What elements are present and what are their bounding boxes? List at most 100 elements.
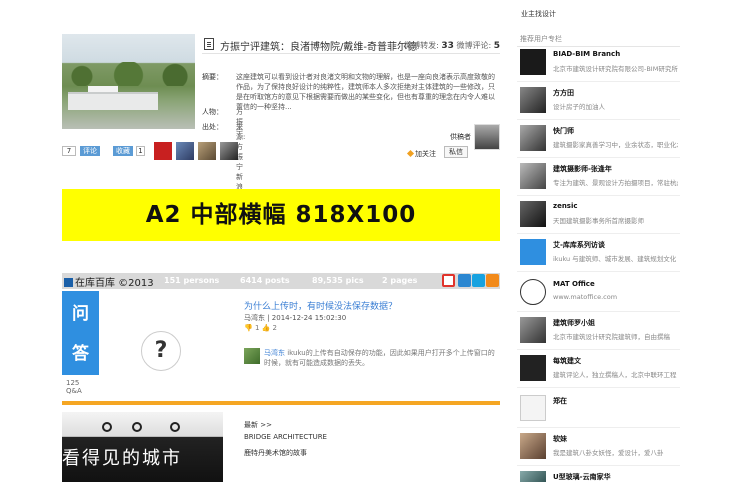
favorite-count: 1 (136, 146, 145, 156)
person-label: 人物： (202, 108, 223, 116)
follow-button[interactable]: 加关注 (406, 149, 436, 159)
post-title-row: 方振宁评建筑：良渚博物院/戴维-奇普菲尔德 微博转发: 33 微博评论: 5 (202, 36, 500, 54)
user-desc: 设计房子的加油人 (553, 103, 605, 111)
favorite-button[interactable]: 收藏 (113, 146, 133, 156)
latest-item[interactable]: 鹿特丹美术馆的故事 (244, 448, 307, 458)
post-title[interactable]: 方振宁评建筑：良渚博物院/戴维-奇普菲尔德 (220, 38, 417, 53)
latest-item[interactable]: BRIDGE ARCHITECTURE (244, 433, 327, 441)
message-button[interactable]: 私信 (444, 146, 468, 158)
share-icon[interactable] (472, 274, 485, 287)
qa-tile-top: 问 (72, 304, 89, 324)
section-divider (62, 401, 500, 405)
post-summary: 摘要： 这座建筑可以看到设计者对良渚文明和文物的理解，也是一座向良渚表示高度致敬… (202, 72, 500, 112)
avatar[interactable] (520, 317, 546, 343)
post-stats: 微博转发: 33 微博评论: 5 (404, 40, 500, 51)
source-label: 出处： (202, 123, 223, 131)
qa-tile-bottom: 答 (72, 344, 89, 364)
avatar[interactable] (520, 49, 546, 75)
avatar[interactable] (176, 142, 194, 160)
user-name[interactable]: 郑在 (553, 396, 567, 406)
avatar[interactable] (154, 142, 172, 160)
answer-avatar[interactable] (244, 348, 260, 364)
posts-stat: 6414 posts (240, 276, 290, 285)
user-name[interactable]: 建筑师罗小姐 (553, 318, 595, 328)
reposts-label: 微博转发: (404, 41, 439, 50)
document-icon (204, 38, 214, 50)
page: 方振宁评建筑：良渚博物院/戴维-奇普菲尔德 微博转发: 33 微博评论: 5 摘… (0, 0, 750, 482)
recommended-user[interactable]: 建筑摄影师-张逢年 专注为建筑、景观设计方拍摄项目，常驻杭州 (517, 160, 680, 196)
recommended-user[interactable]: MAT Office www.matoffice.com (517, 276, 680, 312)
featured-post: 方振宁评建筑：良渚博物院/戴维-奇普菲尔德 微博转发: 33 微博评论: 5 摘… (62, 34, 500, 211)
recommended-user[interactable]: 软妹 我是建筑八卦女妖怪，爱设计，爱八卦 (517, 430, 680, 466)
avatar[interactable] (520, 433, 546, 459)
banner-text: A2 中部横幅 818X100 (145, 202, 417, 228)
pics-stat: 89,535 pics (312, 276, 364, 285)
sidebar: 业主找设计 推荐用户专栏 BIAD-BIM Branch 北京市建筑设计研究院有… (517, 0, 680, 482)
question-title[interactable]: 为什么上传时，有时候没法保存数据？ (244, 299, 397, 312)
user-name[interactable]: MAT Office (553, 280, 595, 288)
user-name[interactable]: BIAD-BIM Branch (553, 50, 620, 58)
user-name[interactable]: 建筑摄影师-张逢年 (553, 164, 612, 174)
avatar[interactable] (520, 87, 546, 113)
recommended-user[interactable]: BIAD-BIM Branch 北京市建筑设计研究院有限公司-BIM研究所 (517, 46, 680, 82)
bicycle-icon (132, 422, 142, 432)
recommended-user[interactable]: 每筑建文 建筑评论人，独立撰稿人，北京中联环工程 (517, 352, 680, 388)
avatar[interactable] (520, 279, 546, 305)
user-desc: 北京市建筑设计研究院建筑师，自由撰稿 (553, 333, 670, 341)
recommended-user[interactable]: 方方田 设计房子的加油人 (517, 84, 680, 120)
user-desc: 建筑评论人，独立撰稿人，北京中联环工程 (553, 371, 677, 379)
avatar[interactable] (520, 125, 546, 151)
avatar[interactable] (520, 239, 546, 265)
user-desc: ikuku 与建筑师、城市发展、建筑规划文化 (553, 255, 677, 263)
latest-heading[interactable]: 最新 >> (244, 420, 272, 430)
city-photo[interactable]: 看得见的城市 (62, 412, 223, 482)
avatar[interactable] (220, 142, 238, 160)
recommended-user[interactable]: 郑在 (517, 392, 680, 428)
user-desc: 天国建筑摄影事务所首席摄影师 (553, 217, 644, 225)
user-desc: 建筑摄影家真善学习中，业余状态，职业化水平 (553, 141, 678, 149)
avatar[interactable] (198, 142, 216, 160)
city-slogan: 看得见的城市 (62, 448, 182, 469)
persons-stat: 151 persons (164, 276, 220, 285)
recommended-user[interactable]: 快门师 建筑摄影家真善学习中，业余状态，职业化水平 (517, 122, 680, 158)
user-name[interactable]: 艾-库库系列访谈 (553, 240, 605, 250)
recommended-user[interactable]: 艾-库库系列访谈 ikuku 与建筑师、城市发展、建筑规划文化 (517, 236, 680, 272)
post-thumbnail[interactable] (62, 34, 195, 129)
question-votes: 👎 1 👍 2 (244, 324, 278, 332)
avatar[interactable] (520, 471, 546, 482)
recommended-user[interactable]: U型玻璃-云南家华 (517, 468, 680, 482)
user-desc: 专注为建筑、景观设计方拍摄项目，常驻杭州 (553, 179, 678, 187)
question-author: 马湾东 | 2014-12-24 15:02:30 (244, 314, 347, 322)
pinterest-icon[interactable] (458, 274, 471, 287)
avatar[interactable] (520, 163, 546, 189)
ad-banner[interactable]: A2 中部横幅 818X100 (62, 189, 500, 241)
view-count: 7 (62, 146, 76, 156)
weibo-icon[interactable] (442, 274, 455, 287)
comment-button[interactable]: 评论 (80, 146, 100, 156)
avatar[interactable] (520, 201, 546, 227)
site-logo[interactable]: 在库百库 ©2013 (64, 274, 154, 289)
user-name[interactable]: 方方田 (553, 88, 574, 98)
user-name[interactable]: 软妹 (553, 434, 567, 444)
recommended-user[interactable]: 建筑师罗小姐 北京市建筑设计研究院建筑师，自由撰稿 (517, 314, 680, 350)
user-desc: www.matoffice.com (553, 293, 618, 301)
user-name[interactable]: 快门师 (553, 126, 574, 136)
avatar[interactable] (520, 395, 546, 421)
summary-label: 摘要： (202, 73, 223, 81)
answer-text: 马湾东 ikuku的上传有自动保存的功能，因此如果用户打开多个上传窗口的时候，就… (264, 349, 495, 367)
user-name[interactable]: zensic (553, 202, 578, 210)
plus-icon (406, 149, 415, 158)
user-name[interactable]: U型玻璃-云南家华 (553, 472, 611, 482)
provider-label: 供稿者 (450, 133, 471, 141)
top-link[interactable]: 业主找设计 (521, 9, 556, 19)
user-name[interactable]: 每筑建文 (553, 356, 581, 366)
rss-icon[interactable] (486, 274, 499, 287)
logo-icon (64, 278, 73, 287)
qa-count: 125 Q&A (66, 379, 82, 395)
main-column: 方振宁评建筑：良渚博物院/戴维-奇普菲尔德 微博转发: 33 微博评论: 5 摘… (62, 0, 500, 482)
provider-avatar[interactable] (474, 124, 500, 150)
qa-tile[interactable]: 问 答 (62, 291, 99, 375)
recommended-user[interactable]: zensic 天国建筑摄影事务所首席摄影师 (517, 198, 680, 234)
avatar[interactable] (520, 355, 546, 381)
reposts-count: 33 (441, 41, 454, 51)
